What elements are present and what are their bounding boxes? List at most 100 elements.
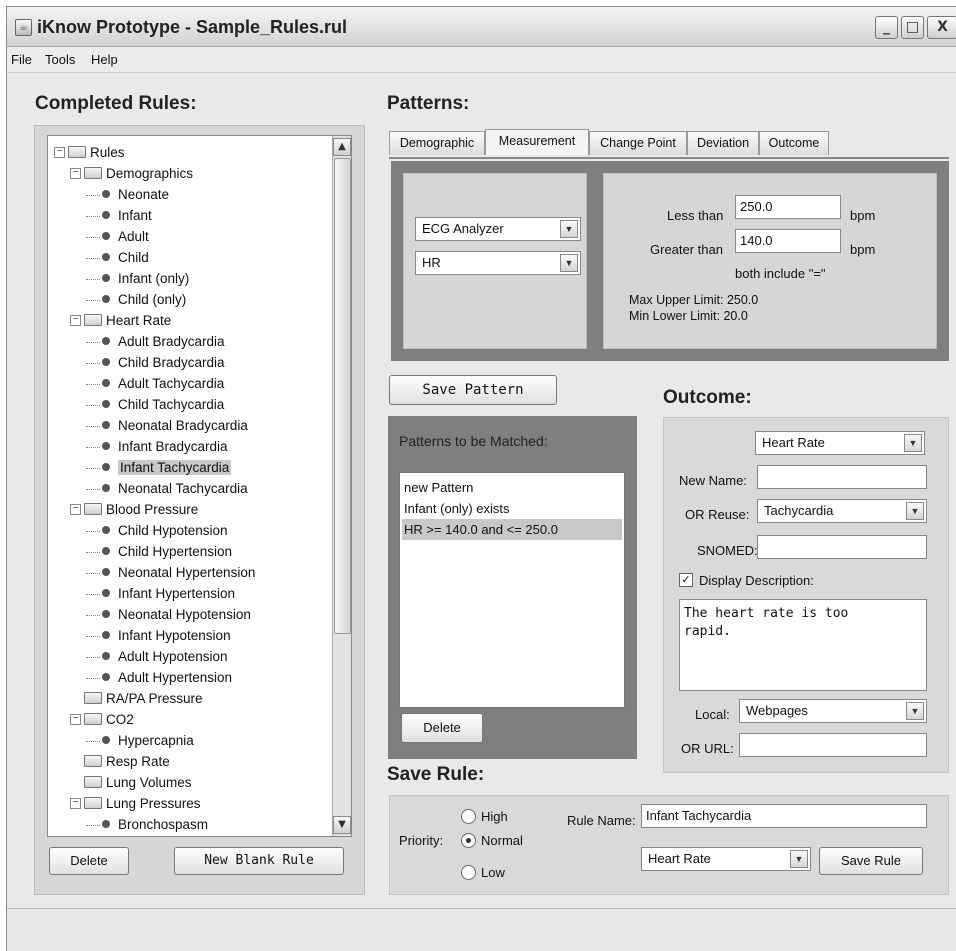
maximize-button[interactable]: □ <box>901 16 924 39</box>
tree-folder[interactable]: − Heart Rate <box>70 310 171 331</box>
display-description-checkbox[interactable]: ✓ <box>679 573 693 587</box>
collapse-icon[interactable]: − <box>70 314 81 326</box>
tab-demographic[interactable]: Demographic <box>389 131 485 155</box>
tree-item[interactable]: Bronchospasm <box>86 814 208 835</box>
tree-item[interactable]: Infant <box>86 205 152 226</box>
tree-item[interactable]: Neonatal Hypertension <box>86 562 255 583</box>
rule-category-select[interactable]: Heart Rate ▼ <box>641 847 811 871</box>
collapse-icon[interactable]: − <box>70 797 81 809</box>
tree-item[interactable]: Child <box>86 247 149 268</box>
tree-item[interactable]: Child Hypertension <box>86 541 232 562</box>
chevron-down-icon[interactable]: ▼ <box>560 220 578 238</box>
tab-change-point[interactable]: Change Point <box>589 131 687 155</box>
tree-item[interactable]: Adult Hypertension <box>86 667 232 688</box>
rules-tree-scrollbar[interactable]: ▲ ▼ <box>332 136 351 836</box>
tree-label: Demographics <box>106 166 194 181</box>
menu-help[interactable]: Help <box>91 52 118 67</box>
collapse-icon[interactable]: − <box>70 167 81 179</box>
collapse-icon[interactable]: − <box>70 503 81 515</box>
tree-folder[interactable]: − Rules <box>54 142 125 163</box>
tab-divider <box>389 157 949 159</box>
tree-item[interactable]: Adult <box>86 226 149 247</box>
chevron-down-icon[interactable]: ▼ <box>904 434 922 452</box>
collapse-icon[interactable]: − <box>70 713 81 725</box>
tab-outcome[interactable]: Outcome <box>759 131 829 155</box>
tree-item[interactable]: Infant Hypotension <box>86 625 231 646</box>
tree-item[interactable]: Hypercapnia <box>86 730 194 751</box>
tree-item[interactable]: Neonate <box>86 184 169 205</box>
tree-item[interactable]: Child Tachycardia <box>86 394 224 415</box>
tree-item[interactable]: Neonatal Hypotension <box>86 604 251 625</box>
source-select[interactable]: ECG Analyzer ▼ <box>415 217 581 241</box>
local-select[interactable]: Webpages ▼ <box>739 699 927 723</box>
tab-deviation[interactable]: Deviation <box>687 131 759 155</box>
tree-connector <box>86 656 100 658</box>
chevron-down-icon[interactable]: ▼ <box>790 850 808 868</box>
scroll-thumb[interactable] <box>334 158 351 634</box>
outcome-category-select[interactable]: Heart Rate ▼ <box>755 431 925 455</box>
tree-item[interactable]: Neonatal Bradycardia <box>86 415 248 436</box>
tree-label: Infant (only) <box>118 271 190 286</box>
menu-tools[interactable]: Tools <box>45 52 75 67</box>
priority-low-radio[interactable] <box>461 865 476 880</box>
menu-file[interactable]: File <box>11 52 32 67</box>
tree-item[interactable]: Child (only) <box>86 289 186 310</box>
tree-connector <box>86 383 100 385</box>
priority-normal-radio[interactable] <box>461 833 476 848</box>
pattern-tabs: Demographic Measurement Change Point Dev… <box>389 129 947 159</box>
tree-item[interactable]: Infant Bradycardia <box>86 436 228 457</box>
scroll-up-icon[interactable]: ▲ <box>333 138 351 156</box>
tree-item[interactable]: Child Bradycardia <box>86 352 225 373</box>
list-item[interactable]: Infant (only) exists <box>402 498 622 519</box>
folder-icon <box>84 776 102 789</box>
chevron-down-icon[interactable]: ▼ <box>560 254 578 272</box>
tree-item[interactable]: Adult Hypotension <box>86 646 228 667</box>
collapse-icon[interactable]: − <box>54 146 65 158</box>
bullet-icon <box>102 337 110 346</box>
minimize-button[interactable]: _ <box>875 16 898 39</box>
close-button[interactable]: X <box>927 16 956 39</box>
priority-high-radio[interactable] <box>461 809 476 824</box>
new-blank-rule-button[interactable]: New Blank Rule <box>174 847 344 875</box>
new-name-input[interactable] <box>757 465 927 489</box>
rule-name-input[interactable]: Infant Tachycardia <box>641 804 927 828</box>
tree-label: Child (only) <box>118 292 187 307</box>
tree-item[interactable]: Child Hypotension <box>86 520 228 541</box>
save-rule-button[interactable]: Save Rule <box>819 847 923 875</box>
tree-folder[interactable]: − Lung Pressures <box>70 793 201 814</box>
greater-than-input[interactable]: 140.0 <box>735 229 841 253</box>
reuse-select[interactable]: Tachycardia ▼ <box>757 499 927 523</box>
tree-label: Infant <box>118 208 152 223</box>
tree-item[interactable]: Infant Hypertension <box>86 583 235 604</box>
bullet-icon <box>102 295 110 304</box>
tree-folder[interactable]: − Demographics <box>70 163 193 184</box>
tree-connector <box>86 530 100 532</box>
list-item-selected[interactable]: HR >= 140.0 and <= 250.0 <box>402 519 622 540</box>
tree-item[interactable]: Infant Tachycardia <box>86 457 232 478</box>
less-than-input[interactable]: 250.0 <box>735 195 841 219</box>
measure-select[interactable]: HR ▼ <box>415 251 581 275</box>
tree-folder[interactable]: − CO2 <box>70 709 134 730</box>
tree-folder[interactable]: RA/PA Pressure <box>70 688 203 709</box>
chevron-down-icon[interactable]: ▼ <box>906 502 924 520</box>
scroll-down-icon[interactable]: ▼ <box>333 816 351 834</box>
rules-tree[interactable]: − Rules − Demographics Neonate Infant Adult Chi… <box>47 135 352 837</box>
tree-item[interactable]: Adult Tachycardia <box>86 373 224 394</box>
tree-item[interactable]: Neonatal Tachycardia <box>86 478 248 499</box>
description-textarea[interactable]: The heart rate is too rapid. <box>679 599 927 691</box>
tree-item[interactable]: Infant (only) <box>86 268 189 289</box>
tree-item[interactable]: Adult Bradycardia <box>86 331 225 352</box>
tree-folder[interactable]: Resp Rate <box>70 751 170 772</box>
url-input[interactable] <box>739 733 927 757</box>
title-bar[interactable]: ☕ iKnow Prototype - Sample_Rules.rul _ □… <box>7 7 956 47</box>
tree-folder[interactable]: − Blood Pressure <box>70 499 198 520</box>
tab-measurement[interactable]: Measurement <box>485 129 589 155</box>
snomed-input[interactable] <box>757 535 927 559</box>
patterns-to-match-list[interactable]: new Pattern Infant (only) exists HR >= 1… <box>399 472 625 708</box>
save-pattern-button[interactable]: Save Pattern <box>389 375 557 405</box>
rules-delete-button[interactable]: Delete <box>49 847 129 875</box>
chevron-down-icon[interactable]: ▼ <box>906 702 924 720</box>
list-item[interactable]: new Pattern <box>402 477 622 498</box>
pattern-delete-button[interactable]: Delete <box>401 713 483 743</box>
tree-folder[interactable]: Lung Volumes <box>70 772 192 793</box>
